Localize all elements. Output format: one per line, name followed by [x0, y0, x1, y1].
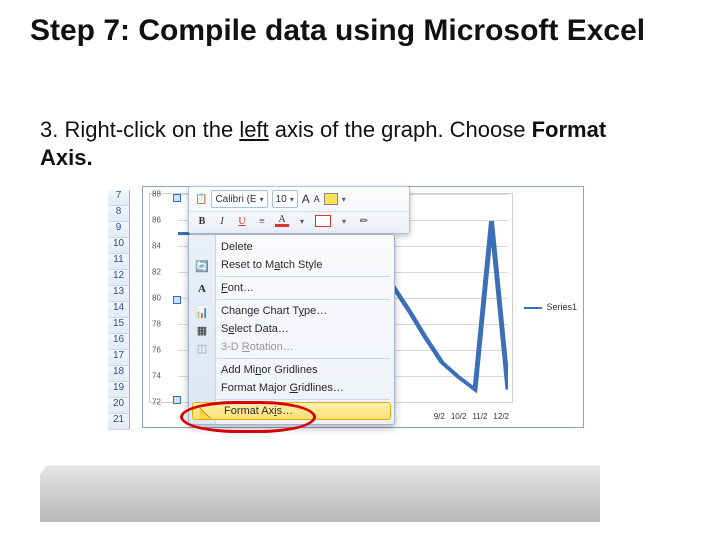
- y-tick-label: 86: [152, 216, 161, 225]
- font-icon: A: [194, 281, 210, 297]
- chart-legend[interactable]: Series1: [524, 302, 577, 312]
- menu-item-format-major-gridlines[interactable]: Format Major Gridlines…: [189, 379, 394, 397]
- align-button[interactable]: ≡: [255, 216, 269, 227]
- row-number-column: 7 8 9 10 11 12 13 14 15 16 17 18 19 20 2…: [108, 190, 130, 430]
- y-tick-label: 76: [152, 346, 161, 355]
- slide-title: Step 7: Compile data using Microsoft Exc…: [30, 14, 670, 47]
- font-size-value: 10: [276, 194, 287, 205]
- fill-color-button[interactable]: [324, 193, 338, 205]
- x-tick-label: 10/2: [451, 412, 467, 421]
- instruction-text: 3. Right-click on the left axis of the g…: [40, 116, 660, 171]
- y-tick-label: 78: [152, 320, 161, 329]
- font-picker[interactable]: Calibri (E ▾: [211, 190, 267, 208]
- menu-item-format-axis[interactable]: 📐Format Axis…: [192, 402, 391, 420]
- bold-button[interactable]: B: [195, 216, 209, 227]
- y-tick-label: 82: [152, 268, 161, 277]
- row-header[interactable]: 15: [108, 318, 130, 334]
- row-header[interactable]: 21: [108, 414, 130, 430]
- x-tick-label: 11/2: [472, 412, 487, 421]
- font-color-button[interactable]: A: [275, 215, 289, 227]
- rotation-icon: ◫: [194, 340, 210, 356]
- y-axis-selection[interactable]: [173, 197, 179, 401]
- y-tick-label: 72: [152, 398, 161, 407]
- border-color-button[interactable]: [315, 215, 331, 227]
- row-header[interactable]: 7: [108, 190, 130, 206]
- row-header[interactable]: 18: [108, 366, 130, 382]
- slide-decoration: [40, 452, 600, 522]
- chevron-down-icon[interactable]: ▾: [295, 217, 309, 226]
- format-axis-icon: 📐: [198, 405, 214, 421]
- row-header[interactable]: 11: [108, 254, 130, 270]
- menu-item-delete[interactable]: Delete: [189, 238, 394, 256]
- row-header[interactable]: 16: [108, 334, 130, 350]
- font-name: Calibri (E: [215, 194, 256, 205]
- menu-item-3d-rotation: ◫3-D Rotation…: [189, 338, 394, 356]
- excel-screenshot: 7 8 9 10 11 12 13 14 15 16 17 18 19 20 2…: [108, 186, 598, 446]
- row-header[interactable]: 9: [108, 222, 130, 238]
- select-data-icon: ▦: [194, 322, 210, 338]
- menu-separator: [217, 276, 390, 277]
- menu-item-add-minor-gridlines[interactable]: Add Minor Gridlines: [189, 361, 394, 379]
- paste-icon[interactable]: 📋: [195, 194, 207, 205]
- row-header[interactable]: 14: [108, 302, 130, 318]
- menu-separator: [217, 399, 390, 400]
- chevron-down-icon[interactable]: ▾: [342, 195, 346, 204]
- menu-item-font[interactable]: AFont…: [189, 279, 394, 297]
- y-tick-label: 88: [152, 190, 161, 199]
- chart-type-icon: 📊: [194, 304, 210, 320]
- row-header[interactable]: 8: [108, 206, 130, 222]
- y-tick-label: 84: [152, 242, 161, 251]
- row-header[interactable]: 12: [108, 270, 130, 286]
- chevron-down-icon: ▾: [290, 195, 294, 204]
- mini-toolbar[interactable]: 📋 Calibri (E▾ 10▾ A A ▾ B I U ≡ A▾ ▾ ✏: [188, 186, 410, 234]
- row-header[interactable]: 19: [108, 382, 130, 398]
- y-tick-label: 80: [152, 294, 161, 303]
- row-header[interactable]: 20: [108, 398, 130, 414]
- menu-item-change-chart-type[interactable]: 📊Change Chart Type…: [189, 302, 394, 320]
- y-tick-label: 74: [152, 372, 161, 381]
- chevron-down-icon[interactable]: ▾: [337, 217, 351, 226]
- font-size-picker[interactable]: 10▾: [272, 190, 298, 208]
- legend-swatch: [524, 307, 542, 309]
- x-tick-label: 9/2: [434, 412, 445, 421]
- context-menu: Delete 🔄Reset to Match Style AFont… 📊Cha…: [188, 234, 395, 425]
- legend-label: Series1: [546, 302, 577, 312]
- grow-font-button[interactable]: A: [302, 192, 310, 206]
- row-header[interactable]: 17: [108, 350, 130, 366]
- reset-icon: 🔄: [194, 258, 210, 274]
- instruction-prefix: 3. Right-click on the: [40, 117, 239, 142]
- menu-separator: [217, 299, 390, 300]
- instruction-middle: axis of the graph. Choose: [269, 117, 532, 142]
- underline-button[interactable]: U: [235, 216, 249, 227]
- x-tick-label: 12/2: [493, 412, 509, 421]
- menu-item-reset-match-style[interactable]: 🔄Reset to Match Style: [189, 256, 394, 274]
- italic-button[interactable]: I: [215, 216, 229, 227]
- row-header[interactable]: 13: [108, 286, 130, 302]
- chevron-down-icon: ▾: [260, 195, 264, 204]
- menu-separator: [217, 358, 390, 359]
- shrink-font-button[interactable]: A: [314, 194, 320, 204]
- row-header[interactable]: 10: [108, 238, 130, 254]
- instruction-underlined: left: [239, 117, 268, 142]
- format-painter-icon[interactable]: ✏: [357, 216, 371, 227]
- menu-item-select-data[interactable]: ▦Select Data…: [189, 320, 394, 338]
